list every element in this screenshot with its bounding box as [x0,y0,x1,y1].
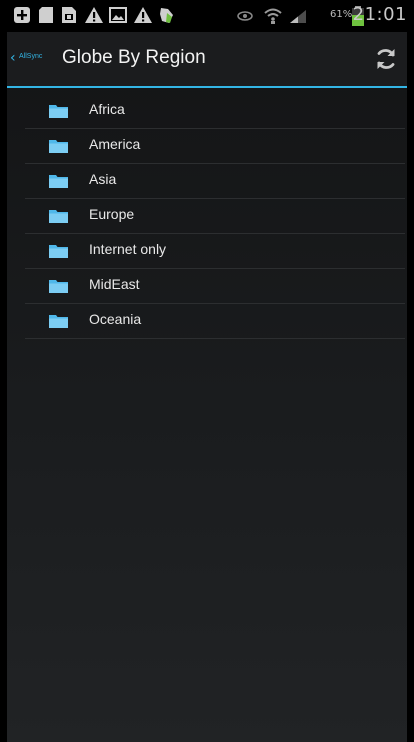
folder-icon [49,315,68,328]
folder-label: MidEast [89,276,140,292]
app-logo[interactable]: AllSync [19,53,42,60]
add-icon [14,7,30,23]
eye-icon [237,11,253,21]
warning-icon [134,7,152,23]
flame-icon [160,8,173,23]
folder-list: Africa America Asia Europe Internet only… [7,94,407,339]
folder-item[interactable]: Europe [25,199,405,234]
folder-label: Africa [89,101,125,117]
chevron-left-icon[interactable]: ‹ [10,50,16,66]
sd-card-icon [39,7,53,23]
folder-item[interactable]: Internet only [25,234,405,269]
folder-item[interactable]: Africa [25,94,405,129]
folder-item[interactable]: Asia [25,164,405,199]
folder-icon [49,175,68,188]
warning-icon [85,7,103,23]
clock: 21:01 [352,4,407,25]
action-bar-divider [7,86,407,88]
folder-icon [49,105,68,118]
signal-icon [290,10,306,23]
folder-label: America [89,136,141,152]
folder-label: Oceania [89,311,142,327]
wifi-icon [264,8,282,24]
image-icon [109,7,127,23]
sim-icon [62,7,76,23]
folder-item[interactable]: MidEast [25,269,405,304]
refresh-icon[interactable] [373,46,399,72]
status-bar: 61% 21:01 [7,0,407,32]
folder-item[interactable]: Oceania [25,304,405,339]
folder-icon [49,245,68,258]
app-screen: 61% 21:01 ‹ AllSync Globe By Region Afri… [7,0,407,742]
battery-percent: 61% [330,9,353,20]
folder-label: Asia [89,171,117,187]
action-bar: ‹ AllSync Globe By Region [7,32,407,86]
folder-label: Internet only [89,241,167,257]
folder-icon [49,140,68,153]
page-title: Globe By Region [62,47,206,68]
folder-item[interactable]: America [25,129,405,164]
folder-label: Europe [89,206,135,222]
folder-icon [49,210,68,223]
folder-icon [49,280,68,293]
